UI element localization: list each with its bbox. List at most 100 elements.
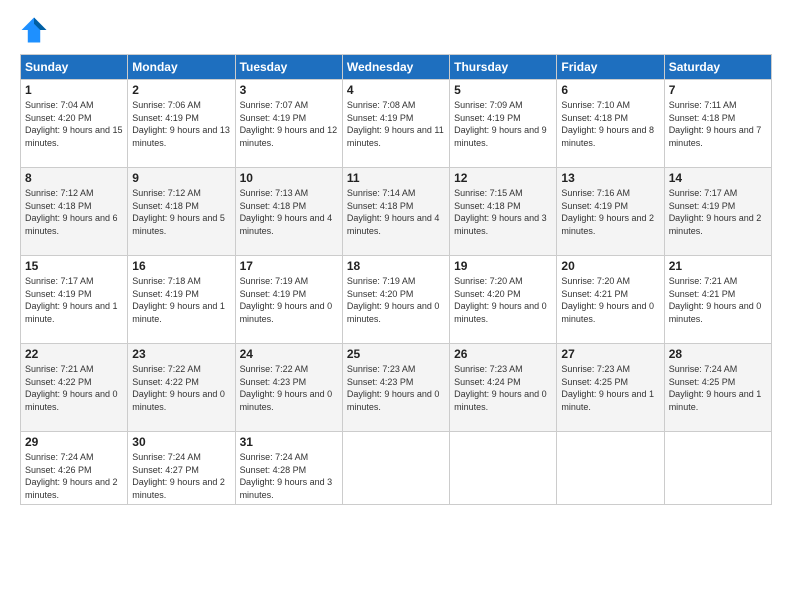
day-detail: Sunrise: 7:22 AMSunset: 4:22 PMDaylight:…	[132, 363, 230, 413]
calendar-cell: 15Sunrise: 7:17 AMSunset: 4:19 PMDayligh…	[21, 256, 128, 344]
calendar-week-row: 29 Sunrise: 7:24 AMSunset: 4:26 PMDayligh…	[21, 432, 772, 505]
calendar-cell: 6 Sunrise: 7:10 AMSunset: 4:18 PMDaylight…	[557, 80, 664, 168]
day-detail: Sunrise: 7:09 AMSunset: 4:19 PMDaylight:…	[454, 99, 552, 149]
calendar-cell: 14Sunrise: 7:17 AMSunset: 4:19 PMDayligh…	[664, 168, 771, 256]
day-number: 23	[132, 347, 230, 361]
weekday-header: Saturday	[664, 55, 771, 80]
day-detail: Sunrise: 7:24 AMSunset: 4:28 PMDaylight:…	[240, 451, 338, 501]
day-detail: Sunrise: 7:23 AMSunset: 4:23 PMDaylight:…	[347, 363, 445, 413]
day-detail: Sunrise: 7:10 AMSunset: 4:18 PMDaylight:…	[561, 99, 659, 149]
day-detail: Sunrise: 7:15 AMSunset: 4:18 PMDaylight:…	[454, 187, 552, 237]
day-number: 15	[25, 259, 123, 273]
calendar-cell	[342, 432, 449, 505]
calendar-cell: 20 Sunrise: 7:20 AMSunset: 4:21 PMDayligh…	[557, 256, 664, 344]
weekday-header: Wednesday	[342, 55, 449, 80]
day-detail: Sunrise: 7:20 AMSunset: 4:20 PMDaylight:…	[454, 275, 552, 325]
day-number: 19	[454, 259, 552, 273]
calendar-cell: 24 Sunrise: 7:22 AMSunset: 4:23 PMDayligh…	[235, 344, 342, 432]
calendar-cell: 1 Sunrise: 7:04 AMSunset: 4:20 PMDaylight…	[21, 80, 128, 168]
calendar-cell: 29 Sunrise: 7:24 AMSunset: 4:26 PMDayligh…	[21, 432, 128, 505]
calendar-cell	[557, 432, 664, 505]
day-number: 17	[240, 259, 338, 273]
day-number: 13	[561, 171, 659, 185]
day-number: 10	[240, 171, 338, 185]
calendar-week-row: 15Sunrise: 7:17 AMSunset: 4:19 PMDayligh…	[21, 256, 772, 344]
calendar-cell: 10 Sunrise: 7:13 AMSunset: 4:18 PMDayligh…	[235, 168, 342, 256]
logo-icon	[20, 16, 48, 44]
day-number: 4	[347, 83, 445, 97]
calendar-cell: 17 Sunrise: 7:19 AMSunset: 4:19 PMDayligh…	[235, 256, 342, 344]
day-detail: Sunrise: 7:20 AMSunset: 4:21 PMDaylight:…	[561, 275, 659, 325]
day-number: 30	[132, 435, 230, 449]
calendar-cell: 3 Sunrise: 7:07 AMSunset: 4:19 PMDaylight…	[235, 80, 342, 168]
day-number: 18	[347, 259, 445, 273]
day-detail: Sunrise: 7:06 AMSunset: 4:19 PMDaylight:…	[132, 99, 230, 149]
calendar-table: SundayMondayTuesdayWednesdayThursdayFrid…	[20, 54, 772, 505]
day-number: 1	[25, 83, 123, 97]
day-number: 11	[347, 171, 445, 185]
day-detail: Sunrise: 7:17 AMSunset: 4:19 PMDaylight:…	[669, 187, 767, 237]
day-detail: Sunrise: 7:04 AMSunset: 4:20 PMDaylight:…	[25, 99, 123, 149]
day-detail: Sunrise: 7:24 AMSunset: 4:25 PMDaylight:…	[669, 363, 767, 413]
day-number: 8	[25, 171, 123, 185]
day-detail: Sunrise: 7:24 AMSunset: 4:26 PMDaylight:…	[25, 451, 123, 501]
calendar-cell: 19 Sunrise: 7:20 AMSunset: 4:20 PMDayligh…	[450, 256, 557, 344]
calendar-cell: 18 Sunrise: 7:19 AMSunset: 4:20 PMDayligh…	[342, 256, 449, 344]
day-number: 24	[240, 347, 338, 361]
calendar-cell: 5 Sunrise: 7:09 AMSunset: 4:19 PMDaylight…	[450, 80, 557, 168]
calendar-cell: 16Sunrise: 7:18 AMSunset: 4:19 PMDayligh…	[128, 256, 235, 344]
day-number: 7	[669, 83, 767, 97]
day-number: 27	[561, 347, 659, 361]
day-number: 22	[25, 347, 123, 361]
calendar-cell: 8Sunrise: 7:12 AMSunset: 4:18 PMDaylight…	[21, 168, 128, 256]
weekday-header: Sunday	[21, 55, 128, 80]
calendar-cell: 31 Sunrise: 7:24 AMSunset: 4:28 PMDayligh…	[235, 432, 342, 505]
calendar-cell: 25Sunrise: 7:23 AMSunset: 4:23 PMDayligh…	[342, 344, 449, 432]
calendar-cell: 7 Sunrise: 7:11 AMSunset: 4:18 PMDaylight…	[664, 80, 771, 168]
day-detail: Sunrise: 7:19 AMSunset: 4:20 PMDaylight:…	[347, 275, 445, 325]
day-detail: Sunrise: 7:07 AMSunset: 4:19 PMDaylight:…	[240, 99, 338, 149]
day-number: 31	[240, 435, 338, 449]
day-number: 20	[561, 259, 659, 273]
calendar-week-row: 22Sunrise: 7:21 AMSunset: 4:22 PMDayligh…	[21, 344, 772, 432]
calendar-cell	[450, 432, 557, 505]
day-detail: Sunrise: 7:22 AMSunset: 4:23 PMDaylight:…	[240, 363, 338, 413]
page: SundayMondayTuesdayWednesdayThursdayFrid…	[0, 0, 792, 612]
day-number: 5	[454, 83, 552, 97]
calendar-cell: 4 Sunrise: 7:08 AMSunset: 4:19 PMDaylight…	[342, 80, 449, 168]
weekday-header-row: SundayMondayTuesdayWednesdayThursdayFrid…	[21, 55, 772, 80]
day-number: 3	[240, 83, 338, 97]
day-number: 12	[454, 171, 552, 185]
day-number: 6	[561, 83, 659, 97]
calendar-cell: 30 Sunrise: 7:24 AMSunset: 4:27 PMDayligh…	[128, 432, 235, 505]
day-detail: Sunrise: 7:08 AMSunset: 4:19 PMDaylight:…	[347, 99, 445, 149]
calendar-cell: 22Sunrise: 7:21 AMSunset: 4:22 PMDayligh…	[21, 344, 128, 432]
calendar-cell: 26Sunrise: 7:23 AMSunset: 4:24 PMDayligh…	[450, 344, 557, 432]
day-detail: Sunrise: 7:19 AMSunset: 4:19 PMDaylight:…	[240, 275, 338, 325]
weekday-header: Monday	[128, 55, 235, 80]
calendar-cell: 21 Sunrise: 7:21 AMSunset: 4:21 PMDayligh…	[664, 256, 771, 344]
day-detail: Sunrise: 7:12 AMSunset: 4:18 PMDaylight:…	[132, 187, 230, 237]
day-number: 29	[25, 435, 123, 449]
day-detail: Sunrise: 7:16 AMSunset: 4:19 PMDaylight:…	[561, 187, 659, 237]
weekday-header: Friday	[557, 55, 664, 80]
day-number: 21	[669, 259, 767, 273]
day-detail: Sunrise: 7:11 AMSunset: 4:18 PMDaylight:…	[669, 99, 767, 149]
calendar-cell: 23 Sunrise: 7:22 AMSunset: 4:22 PMDayligh…	[128, 344, 235, 432]
calendar-cell: 12 Sunrise: 7:15 AMSunset: 4:18 PMDayligh…	[450, 168, 557, 256]
day-number: 26	[454, 347, 552, 361]
day-detail: Sunrise: 7:13 AMSunset: 4:18 PMDaylight:…	[240, 187, 338, 237]
day-detail: Sunrise: 7:21 AMSunset: 4:21 PMDaylight:…	[669, 275, 767, 325]
day-number: 16	[132, 259, 230, 273]
day-detail: Sunrise: 7:24 AMSunset: 4:27 PMDaylight:…	[132, 451, 230, 501]
calendar-week-row: 8 Sunrise: 7:12 AMSunset: 4:18 PMDaylight…	[21, 168, 772, 256]
calendar-cell	[664, 432, 771, 505]
day-number: 2	[132, 83, 230, 97]
calendar-week-row: 1 Sunrise: 7:04 AMSunset: 4:20 PMDaylight…	[21, 80, 772, 168]
calendar-cell: 9 Sunrise: 7:12 AMSunset: 4:18 PMDaylight…	[128, 168, 235, 256]
calendar-cell: 27Sunrise: 7:23 AMSunset: 4:25 PMDayligh…	[557, 344, 664, 432]
weekday-header: Thursday	[450, 55, 557, 80]
calendar-cell: 11Sunrise: 7:14 AMSunset: 4:18 PMDayligh…	[342, 168, 449, 256]
day-number: 9	[132, 171, 230, 185]
weekday-header: Tuesday	[235, 55, 342, 80]
